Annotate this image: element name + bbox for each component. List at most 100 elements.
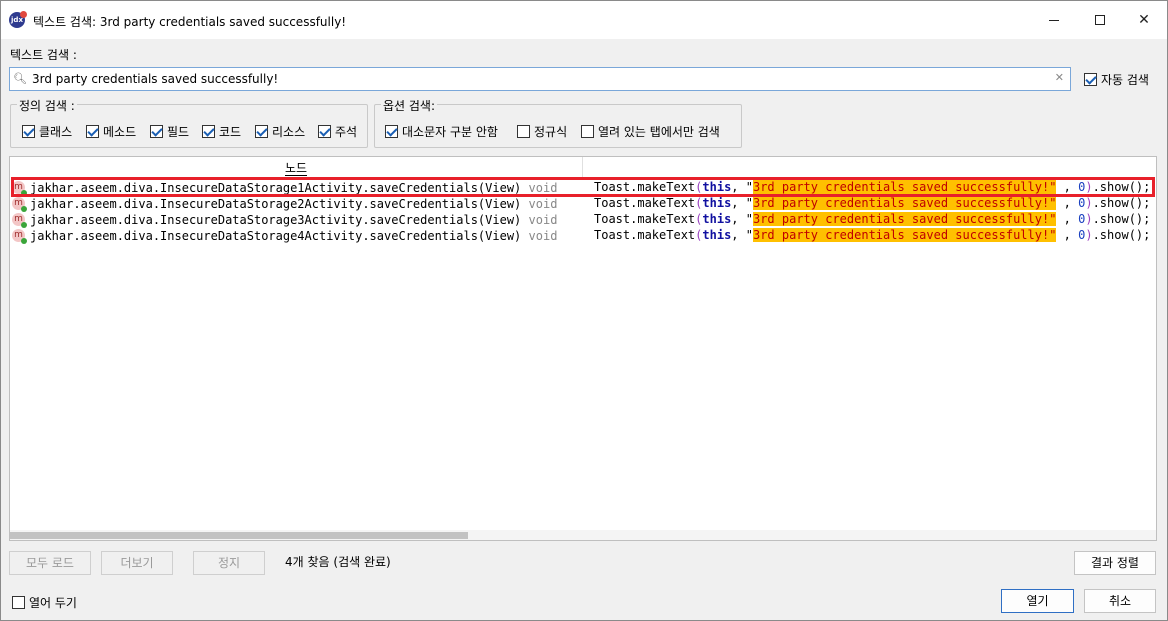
opt-ignore-case-option[interactable]: 대소문자 구분 안함 [385,123,498,140]
keep-open-checkbox[interactable] [12,596,25,609]
result-node-name: jakhar.aseem.diva.InsecureDataStorage3Ac… [30,213,522,227]
column-header-node[interactable]: 노드 [10,157,583,177]
cancel-button[interactable]: 취소 [1084,589,1156,613]
method-icon-letter: m [14,198,23,208]
result-node-return-type: void [528,213,558,227]
opt-ignore-case-label: 대소문자 구분 안함 [402,125,498,139]
column-header-node-label: 노드 [284,161,308,176]
def-field-label: 필드 [167,125,190,139]
def-resource-checkbox[interactable] [255,125,268,138]
code-keyword: this [702,196,732,210]
title-bar: jdx 텍스트 검색: 3rd party credentials saved … [1,1,1167,39]
def-field-option[interactable]: 필드 [150,123,189,140]
method-icon: m [12,229,27,244]
maximize-icon [1095,15,1105,25]
auto-search-toggle[interactable]: 자동 검색 [1084,71,1149,88]
result-node-return-type: void [528,181,558,195]
def-resource-label: 리소스 [272,125,306,139]
load-all-button[interactable]: 모두 로드 [9,551,91,575]
opt-open-tabs-option[interactable]: 열려 있는 탭에서만 검색 [581,123,720,140]
stop-button[interactable]: 정지 [193,551,265,575]
results-table: 노드 m jakhar.aseem.diva.InsecureDataStora… [9,156,1157,541]
search-dialog: jdx 텍스트 검색: 3rd party credentials saved … [0,0,1168,621]
def-method-checkbox[interactable] [86,125,99,138]
code-match-string: 3rd party credentials saved successfully… [752,228,1057,242]
horizontal-scrollbar-thumb[interactable] [10,532,468,539]
result-node-name: jakhar.aseem.diva.InsecureDataStorage4Ac… [30,229,522,243]
method-icon: m [12,181,27,196]
code-call: Toast.makeText [594,196,696,210]
search-box[interactable]: 🔍︎ ✕ [9,67,1071,91]
result-code: Toast.makeText(this, "3rd party credenti… [594,180,1151,194]
opt-regex-option[interactable]: 정규식 [517,123,567,140]
maximize-button[interactable] [1077,1,1123,39]
minimize-button[interactable] [1031,1,1077,39]
column-header-code[interactable] [583,157,1158,177]
code-tail: .show(); [1092,196,1151,210]
sort-results-button[interactable]: 결과 정렬 [1074,551,1156,575]
def-code-option[interactable]: 코드 [202,123,241,140]
def-method-option[interactable]: 메소드 [86,123,136,140]
definition-search-title: 정의 검색 : [17,97,77,114]
keep-open-label: 열어 두기 [29,596,77,610]
opt-ignore-case-checkbox[interactable] [385,125,398,138]
code-keyword: this [702,180,732,194]
code-keyword: this [702,228,732,242]
def-class-label: 클래스 [39,125,73,139]
code-call: Toast.makeText [594,212,696,226]
table-row[interactable]: m jakhar.aseem.diva.InsecureDataStorage2… [10,196,1158,212]
code-match-string: 3rd party credentials saved successfully… [752,196,1057,210]
opt-open-tabs-checkbox[interactable] [581,125,594,138]
method-icon-letter: m [14,182,23,192]
def-code-label: 코드 [219,125,242,139]
open-button[interactable]: 열기 [1001,589,1074,613]
code-match-string: 3rd party credentials saved successfully… [752,180,1057,194]
clear-search-icon[interactable]: ✕ [1055,71,1064,84]
option-search-group: 옵션 검색: 대소문자 구분 안함 정규식 열려 있는 탭에서만 검색 [374,97,742,148]
minimize-icon [1049,19,1059,21]
option-search-title: 옵션 검색: [381,97,438,114]
result-node-return-type: void [528,197,558,211]
def-class-checkbox[interactable] [22,125,35,138]
close-icon: ✕ [1138,12,1150,28]
def-code-checkbox[interactable] [202,125,215,138]
opt-open-tabs-label: 열려 있는 탭에서만 검색 [598,125,720,139]
def-class-option[interactable]: 클래스 [22,123,72,140]
opt-regex-checkbox[interactable] [517,125,530,138]
def-field-checkbox[interactable] [150,125,163,138]
result-node: jakhar.aseem.diva.InsecureDataStorage3Ac… [30,213,557,227]
method-icon-letter: m [14,230,23,240]
horizontal-scrollbar[interactable] [10,530,1156,540]
more-button[interactable]: 더보기 [101,551,173,575]
code-call: Toast.makeText [594,180,696,194]
search-label: 텍스트 검색 : [10,48,77,62]
result-node: jakhar.aseem.diva.InsecureDataStorage1Ac… [30,181,557,195]
table-row[interactable]: m jakhar.aseem.diva.InsecureDataStorage4… [10,228,1158,244]
code-match-string: 3rd party credentials saved successfully… [752,212,1057,226]
result-node-name: jakhar.aseem.diva.InsecureDataStorage2Ac… [30,197,522,211]
code-tail: .show(); [1092,212,1151,226]
def-comment-checkbox[interactable] [318,125,331,138]
def-comment-label: 주석 [335,125,358,139]
search-status: 4개 찾음 (검색 완료) [285,555,391,569]
def-resource-option[interactable]: 리소스 [255,123,305,140]
close-button[interactable]: ✕ [1121,1,1167,39]
method-icon: m [12,213,27,228]
code-tail: .show(); [1092,228,1151,242]
definition-search-group: 정의 검색 : 클래스 메소드 필드 코드 리소스 주석 [10,97,368,148]
def-comment-option[interactable]: 주석 [318,123,357,140]
table-row[interactable]: m jakhar.aseem.diva.InsecureDataStorage3… [10,212,1158,228]
keep-open-toggle[interactable]: 열어 두기 [12,594,77,611]
result-node: jakhar.aseem.diva.InsecureDataStorage2Ac… [30,197,557,211]
result-code: Toast.makeText(this, "3rd party credenti… [594,228,1151,242]
auto-search-checkbox[interactable] [1084,73,1097,86]
result-code: Toast.makeText(this, "3rd party credenti… [594,212,1151,226]
opt-regex-label: 정규식 [534,125,568,139]
method-icon-letter: m [14,214,23,224]
auto-search-label: 자동 검색 [1101,73,1149,87]
jadx-app-icon: jdx [9,11,27,28]
table-row[interactable]: m jakhar.aseem.diva.InsecureDataStorage1… [10,180,1158,196]
search-input[interactable] [32,70,1052,88]
def-method-label: 메소드 [103,125,137,139]
app-icon-label: jdx [11,16,23,24]
